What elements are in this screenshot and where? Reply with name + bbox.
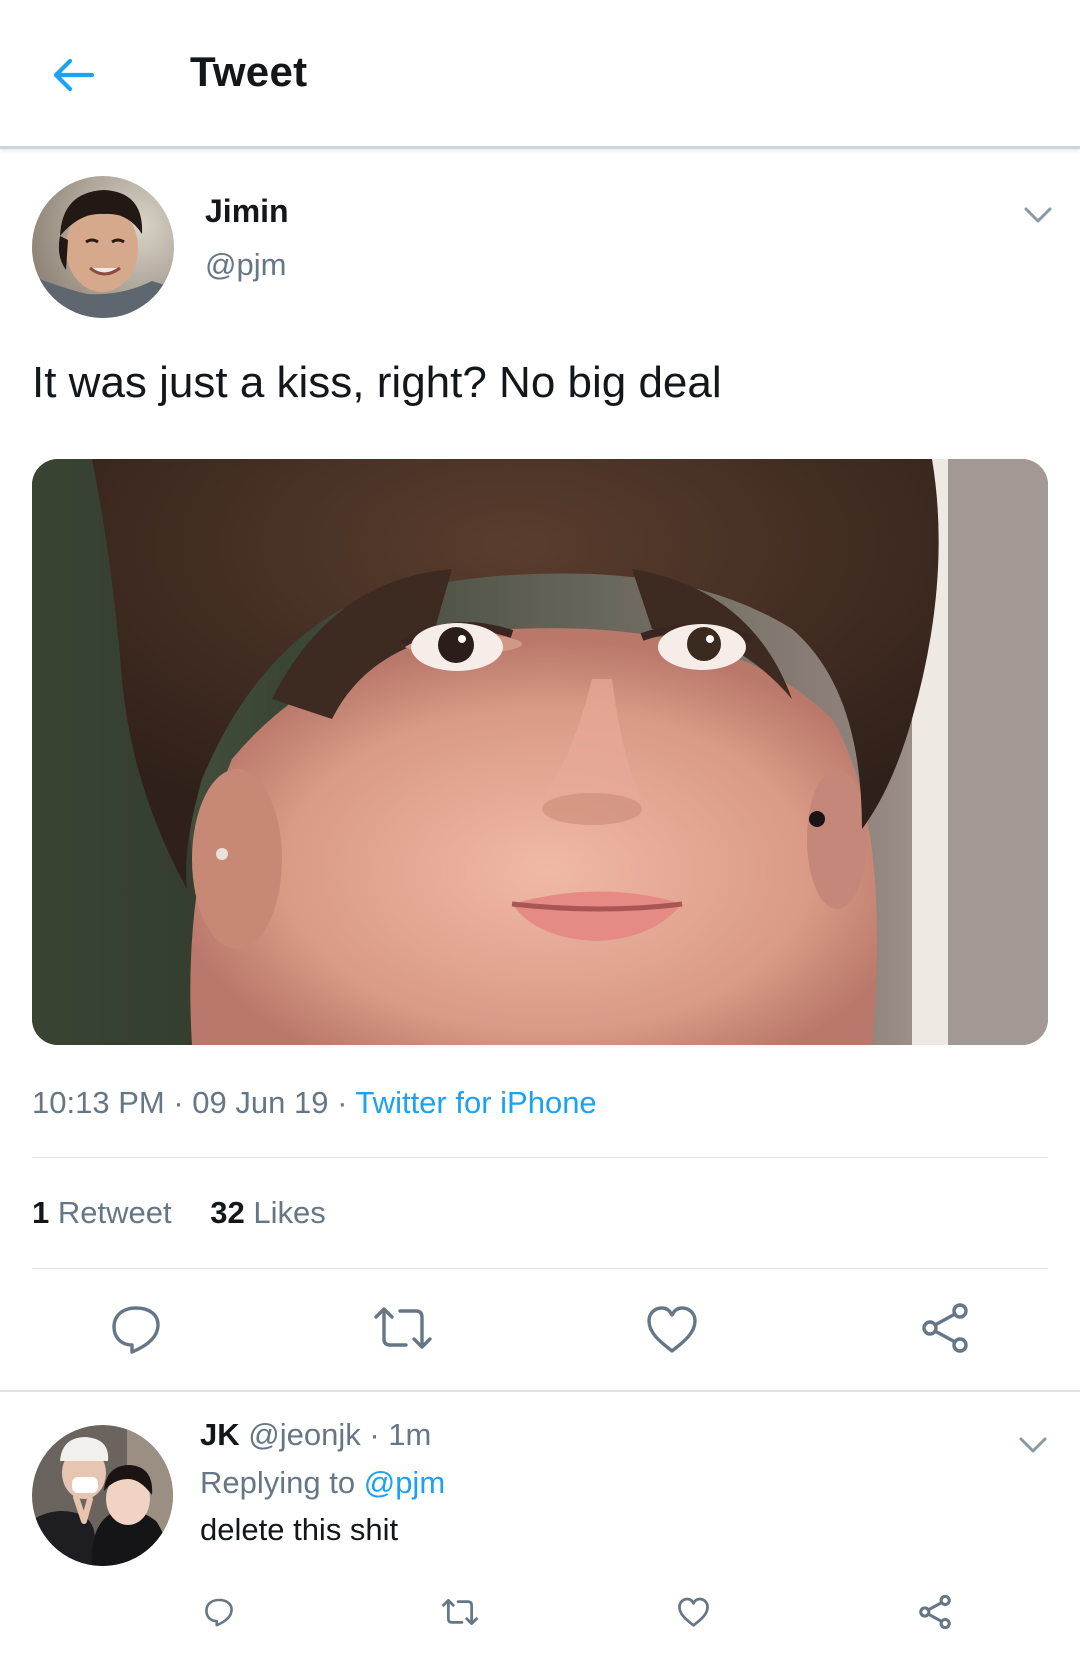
retweet-icon[interactable] bbox=[441, 1597, 479, 1627]
author-avatar[interactable] bbox=[32, 176, 174, 318]
reply-icon[interactable] bbox=[203, 1596, 235, 1628]
author-handle[interactable]: @pjm bbox=[205, 247, 286, 283]
page-title: Tweet bbox=[190, 48, 308, 95]
replying-to: Replying to @pjm bbox=[200, 1465, 446, 1500]
reply-text: delete this shit bbox=[200, 1512, 399, 1547]
divider bbox=[32, 1157, 1048, 1158]
heart-icon[interactable] bbox=[677, 1597, 710, 1628]
reply-author-line: JK @jeonjk · 1m bbox=[200, 1417, 432, 1452]
author-name[interactable]: Jimin bbox=[205, 193, 289, 230]
reply-author-handle[interactable]: @jeonjk bbox=[248, 1417, 360, 1452]
tweet-timestamp: 10:13 PM · 09 Jun 19 · Twitter for iPhon… bbox=[32, 1085, 597, 1120]
heart-icon[interactable] bbox=[645, 1305, 699, 1355]
tweet-time: 10:13 PM bbox=[32, 1085, 165, 1120]
retweet-count[interactable]: 1 Retweet bbox=[32, 1195, 172, 1230]
tweet-stats: 1 Retweet 32 Likes bbox=[32, 1195, 326, 1231]
tweet-media-image[interactable] bbox=[32, 459, 1048, 1045]
tweet-date: 09 Jun 19 bbox=[192, 1085, 329, 1120]
share-icon[interactable] bbox=[917, 1302, 973, 1354]
arrow-left-icon[interactable] bbox=[48, 50, 98, 100]
divider bbox=[32, 1268, 1048, 1269]
top-bar: Tweet bbox=[0, 0, 1080, 149]
share-icon[interactable] bbox=[916, 1594, 954, 1630]
tweet-source-link[interactable]: Twitter for iPhone bbox=[355, 1085, 596, 1120]
like-count[interactable]: 32 Likes bbox=[210, 1195, 325, 1230]
chevron-down-icon[interactable] bbox=[1017, 1434, 1049, 1456]
chevron-down-icon[interactable] bbox=[1022, 204, 1054, 226]
replying-to-mention[interactable]: @pjm bbox=[364, 1465, 445, 1500]
retweet-icon[interactable] bbox=[372, 1305, 434, 1351]
reply-author-name[interactable]: JK bbox=[200, 1417, 240, 1452]
reply-time: 1m bbox=[388, 1417, 432, 1452]
section-divider bbox=[0, 1390, 1080, 1392]
reply-icon[interactable] bbox=[108, 1303, 164, 1355]
tweet-text: It was just a kiss, right? No big deal bbox=[32, 358, 722, 407]
reply-author-avatar[interactable] bbox=[32, 1425, 173, 1566]
